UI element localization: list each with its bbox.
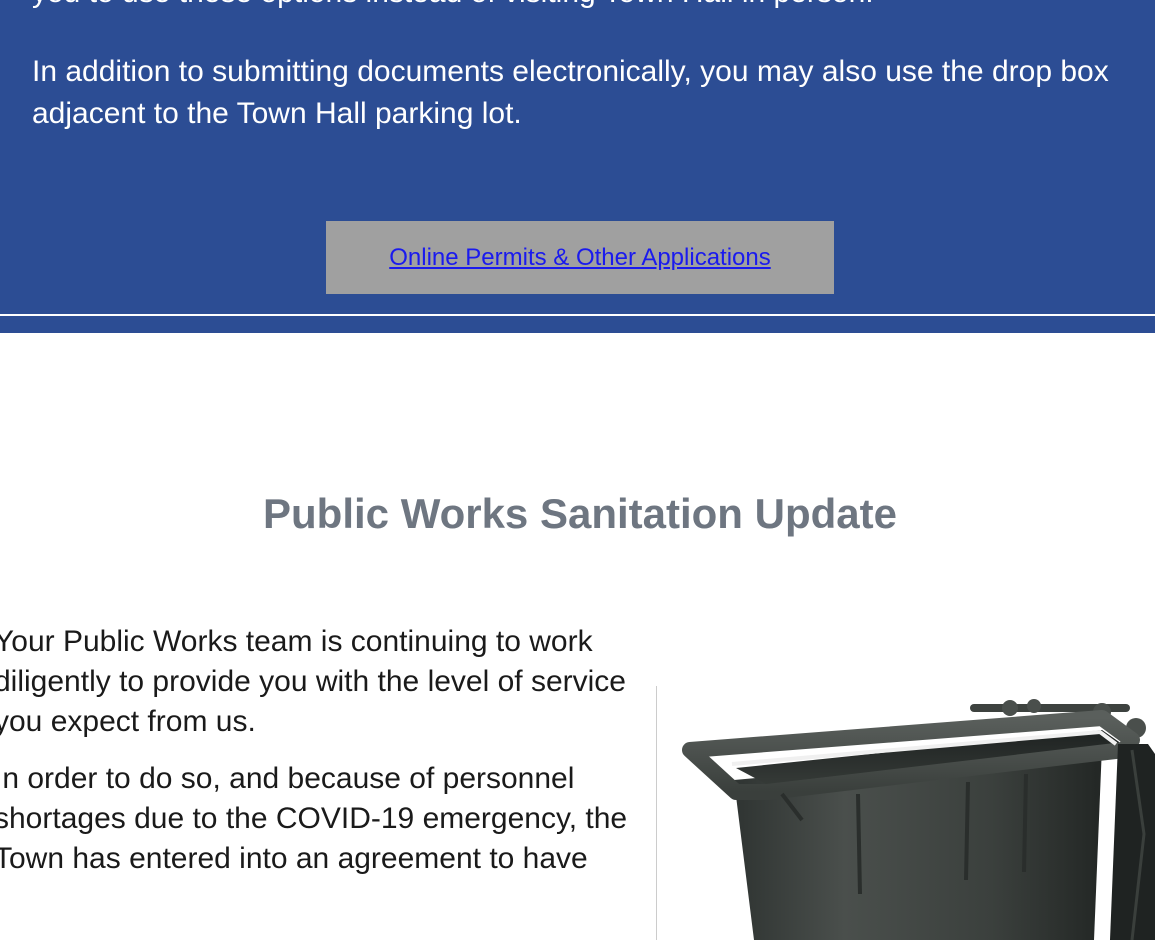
- column-divider: [656, 686, 657, 940]
- trash-bin-icon: [682, 699, 1155, 940]
- online-permits-link[interactable]: Online Permits & Other Applications: [389, 244, 771, 272]
- sanitation-paragraph-2: In order to do so, and because of person…: [0, 759, 640, 879]
- sanitation-paragraph-1: Your Public Works team is continuing to …: [0, 622, 640, 742]
- sanitation-paragraph-2-text: In order to do so, and because of person…: [0, 762, 628, 875]
- sanitation-body: Your Public Works team is continuing to …: [0, 622, 640, 896]
- announcement-paragraph-dropbox: In addition to submitting documents elec…: [32, 55, 1109, 130]
- trash-bin-image: [662, 684, 1155, 940]
- announcement-panel: you to use these options instead of visi…: [0, 0, 1155, 314]
- online-permits-button[interactable]: Online Permits & Other Applications: [326, 221, 834, 294]
- section-title: Public Works Sanitation Update: [263, 490, 897, 537]
- sanitation-paragraph-1-text: Your Public Works team is continuing to …: [0, 625, 626, 738]
- announcement-paragraph-top: you to use these options instead of visi…: [32, 0, 1142, 14]
- section-separator: [0, 314, 1155, 333]
